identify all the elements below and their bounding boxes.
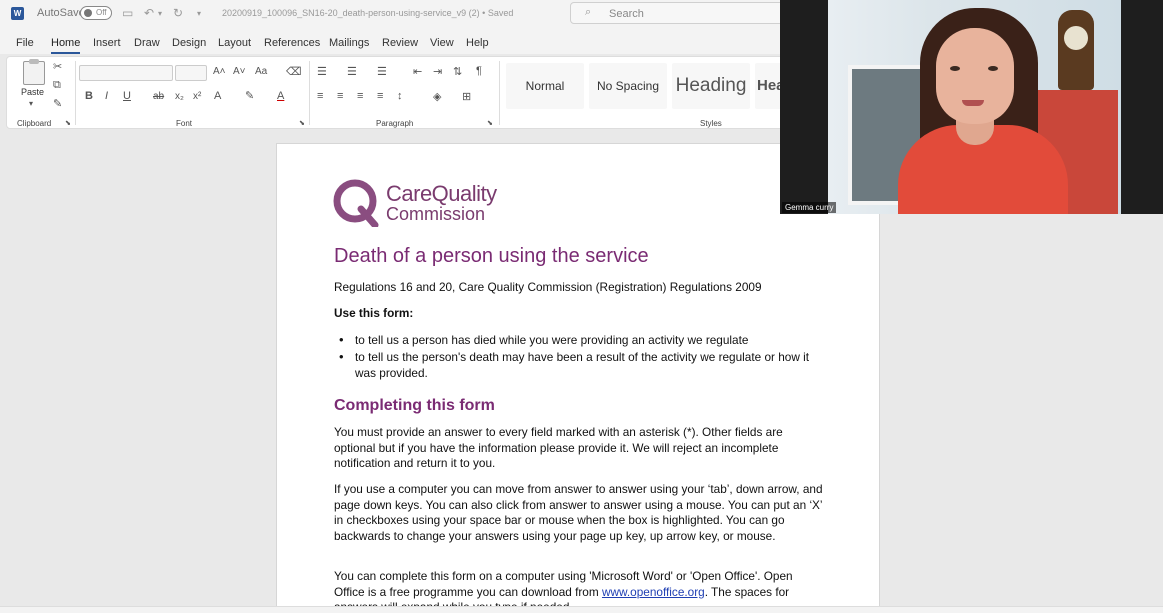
person-eye <box>950 66 960 71</box>
tab-home[interactable]: Home <box>51 37 81 54</box>
bullets-icon[interactable]: ☰ <box>317 65 327 78</box>
search-box[interactable]: ⌕ Search <box>570 2 800 24</box>
font-color-icon[interactable]: A <box>277 90 284 102</box>
copy-icon[interactable]: ⧉ <box>53 79 61 92</box>
search-icon: ⌕ <box>585 6 592 18</box>
bullet-marker: • <box>339 332 344 347</box>
tab-file[interactable]: File <box>16 37 34 49</box>
highlight-color-icon[interactable]: ✎ <box>245 89 254 102</box>
tab-review[interactable]: Review <box>382 37 418 49</box>
align-center-icon[interactable]: ≡ <box>337 90 343 102</box>
section-heading: Completing this form <box>334 397 495 414</box>
tab-insert[interactable]: Insert <box>93 37 121 49</box>
tab-draw[interactable]: Draw <box>134 37 160 49</box>
underline-icon[interactable]: U <box>123 90 131 102</box>
superscript-icon[interactable]: x² <box>193 91 201 102</box>
clear-formatting-icon[interactable]: ⌫ <box>286 65 302 78</box>
increase-indent-icon[interactable]: ⇥ <box>433 65 442 78</box>
clipboard-launcher-icon[interactable]: ⬊ <box>65 119 71 127</box>
strikethrough-icon[interactable]: ab <box>153 91 164 102</box>
word-app-icon: W <box>11 7 24 20</box>
use-form-label: Use this form: <box>334 306 414 320</box>
clipboard-group-label: Clipboard <box>17 119 52 128</box>
video-call-window[interactable]: Gemma curry <box>780 0 1163 214</box>
sort-icon[interactable]: ⇅ <box>453 65 462 78</box>
justify-icon[interactable]: ≡ <box>377 90 383 102</box>
save-icon[interactable]: ▭ <box>122 6 133 20</box>
separator <box>309 61 310 125</box>
format-painter-icon[interactable]: ✎ <box>53 97 62 110</box>
bold-icon[interactable]: B <box>85 90 93 102</box>
document-filename[interactable]: 20200919_100096_SN16-20_death-person-usi… <box>222 8 513 18</box>
font-group-label: Font <box>176 119 193 128</box>
font-size-combo[interactable] <box>175 65 207 81</box>
shrink-font-icon[interactable]: A˅ <box>233 66 246 77</box>
home-ribbon: Paste ▾ ✂ ⧉ ✎ Clipboard ⬊ A˄ A˅ Aa ⌫ B I… <box>6 56 806 129</box>
openoffice-link[interactable]: www.openoffice.org <box>602 585 705 599</box>
tab-mailings[interactable]: Mailings <box>329 37 369 49</box>
customize-toolbar-icon[interactable]: ▾ <box>197 9 201 18</box>
clock-face <box>1064 26 1088 50</box>
paste-dropdown-icon[interactable]: ▾ <box>29 99 33 108</box>
italic-icon[interactable]: I <box>105 90 108 102</box>
paste-icon[interactable] <box>23 59 45 85</box>
paragraph-group-label: Paragraph <box>376 119 414 128</box>
status-bar <box>0 606 1163 613</box>
toggle-knob <box>84 9 92 17</box>
style-normal[interactable]: Normal <box>506 63 584 109</box>
shading-icon[interactable]: ◈ <box>433 90 441 103</box>
tab-design[interactable]: Design <box>172 37 206 49</box>
style-heading-1[interactable]: Heading <box>672 63 750 109</box>
regulations-text: Regulations 16 and 20, Care Quality Comm… <box>334 280 762 294</box>
person-mouth <box>962 100 984 106</box>
font-name-combo[interactable] <box>79 65 173 81</box>
bullet-item: to tell us the person's death may have b… <box>355 350 810 380</box>
align-right-icon[interactable]: ≡ <box>357 90 363 102</box>
line-spacing-icon[interactable]: ↕ <box>397 90 403 102</box>
undo-dropdown-icon[interactable]: ▾ <box>158 9 162 18</box>
separator <box>499 61 500 125</box>
person-face <box>936 28 1014 124</box>
autosave-label: AutoSave <box>37 7 85 19</box>
styles-group-label: Styles <box>700 119 722 128</box>
font-launcher-icon[interactable]: ⬊ <box>299 119 305 127</box>
numbering-icon[interactable]: ☰ <box>347 65 357 78</box>
text-effects-icon[interactable]: A <box>214 90 221 102</box>
show-formatting-icon[interactable]: ¶ <box>476 65 482 77</box>
change-case-icon[interactable]: Aa <box>255 66 267 77</box>
cut-icon[interactable]: ✂ <box>53 60 62 73</box>
document-title: Death of a person using the service <box>334 245 649 267</box>
style-no-spacing[interactable]: No Spacing <box>589 63 667 109</box>
redo-icon[interactable]: ↻ <box>173 6 183 20</box>
paragraph-required-fields: You must provide an answer to every fiel… <box>334 425 783 470</box>
paste-button[interactable]: Paste <box>21 87 44 97</box>
multilevel-list-icon[interactable]: ☰ <box>377 65 387 78</box>
undo-icon[interactable]: ↶ <box>144 6 154 20</box>
tab-view[interactable]: View <box>430 37 454 49</box>
separator <box>75 61 76 125</box>
align-left-icon[interactable]: ≡ <box>317 90 323 102</box>
logo-text-commission: Commission <box>386 204 486 224</box>
participant-name: Gemma curry <box>782 202 837 213</box>
borders-icon[interactable]: ⊞ <box>462 90 471 103</box>
search-placeholder: Search <box>609 8 644 20</box>
tab-references[interactable]: References <box>264 37 320 49</box>
tab-layout[interactable]: Layout <box>218 37 251 49</box>
bullet-marker: • <box>339 349 344 364</box>
paragraph-navigation: If you use a computer you can move from … <box>334 482 823 543</box>
autosave-state: Off <box>96 8 107 17</box>
tab-help[interactable]: Help <box>466 37 489 49</box>
bullet-item: to tell us a person has died while you w… <box>355 333 749 347</box>
subscript-icon[interactable]: x₂ <box>175 91 184 102</box>
paragraph-launcher-icon[interactable]: ⬊ <box>487 119 493 127</box>
person-eye <box>988 66 998 71</box>
video-clock <box>1058 10 1094 90</box>
decrease-indent-icon[interactable]: ⇤ <box>413 65 422 78</box>
cqc-logo-icon <box>333 179 379 227</box>
autosave-toggle[interactable]: Off <box>80 6 112 20</box>
participant-video <box>828 0 1121 214</box>
grow-font-icon[interactable]: A˄ <box>213 66 226 77</box>
